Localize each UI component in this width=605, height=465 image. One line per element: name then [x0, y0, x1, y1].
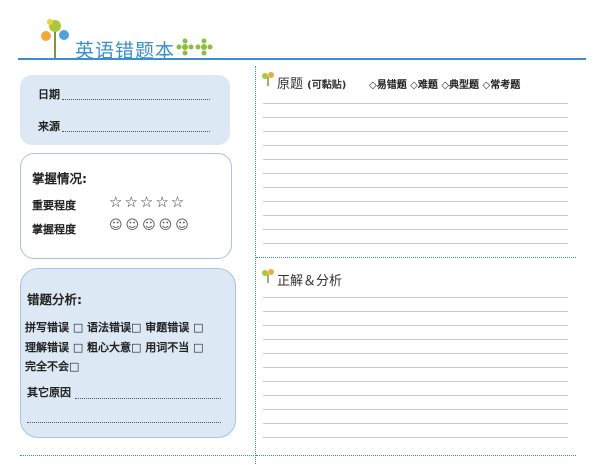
ruled-line[interactable] [263, 117, 568, 118]
ruled-line[interactable] [263, 229, 568, 230]
ruled-line[interactable] [263, 159, 568, 160]
mastery-card: 掌握情况: 重要程度 ☆☆☆☆☆ 掌握程度 ☺☺☺☺☺ [20, 153, 232, 259]
source-label: 来源 [38, 120, 60, 133]
original-subtitle: (可黏贴) [307, 80, 347, 91]
solution-title: 正解＆分析 [277, 274, 343, 289]
flower-decoration-icon [176, 38, 213, 56]
ruled-line[interactable] [263, 437, 568, 438]
ruled-line[interactable] [263, 423, 568, 424]
ruled-line[interactable] [263, 187, 568, 188]
analysis-card: 错题分析: 拼写错误 □ 语法错误□ 审题错误 □ 理解错误 □ 粗心大意□ 用… [20, 268, 236, 438]
ruled-line[interactable] [263, 395, 568, 396]
header-rule [18, 58, 586, 60]
ruled-line[interactable] [263, 353, 568, 354]
original-title-text: 原题 [277, 77, 304, 92]
date-line[interactable] [62, 99, 210, 100]
ruled-line[interactable] [263, 367, 568, 368]
ruled-line[interactable] [263, 173, 568, 174]
ruled-line[interactable] [263, 297, 568, 298]
other-reason-line-2[interactable] [27, 422, 221, 423]
mastery-label: 掌握程度 [32, 223, 76, 236]
ruled-line[interactable] [263, 311, 568, 312]
sprout-icon-2 [262, 269, 274, 283]
other-reason-line[interactable] [75, 398, 221, 399]
error-options-row1[interactable]: 拼写错误 □ 语法错误□ 审题错误 □ [25, 319, 204, 335]
sprout-icon [262, 72, 274, 86]
ruled-line[interactable] [263, 145, 568, 146]
ruled-line[interactable] [263, 103, 568, 104]
ruled-line[interactable] [263, 243, 568, 244]
other-reason-label: 其它原因 [27, 386, 71, 399]
ruled-line[interactable] [263, 215, 568, 216]
vertical-divider [255, 66, 256, 464]
section-divider [256, 257, 576, 258]
error-options-row3[interactable]: 完全不会□ [25, 358, 79, 374]
ruled-line[interactable] [263, 325, 568, 326]
ruled-line[interactable] [263, 409, 568, 410]
mastery-title: 掌握情况: [32, 171, 87, 186]
analysis-title: 错题分析: [27, 292, 82, 307]
question-type-options[interactable]: ◇易错题 ◇难题 ◇典型题 ◇常考题 [369, 76, 520, 91]
importance-stars[interactable]: ☆☆☆☆☆ [109, 193, 186, 211]
ruled-line[interactable] [263, 131, 568, 132]
bottom-divider-right [256, 455, 576, 456]
original-question-title: 原题 (可黏贴) [277, 73, 346, 92]
bottom-divider [20, 455, 256, 456]
ruled-line[interactable] [263, 339, 568, 340]
ruled-line[interactable] [263, 201, 568, 202]
date-label: 日期 [38, 88, 60, 101]
ruled-line[interactable] [263, 381, 568, 382]
tree-logo-icon [41, 19, 69, 58]
source-line[interactable] [62, 131, 210, 132]
error-options-row2[interactable]: 理解错误 □ 粗心大意□ 用词不当 □ [25, 339, 204, 355]
mastery-faces[interactable]: ☺☺☺☺☺ [109, 218, 192, 233]
importance-label: 重要程度 [32, 199, 76, 212]
info-card: 日期 来源 [20, 75, 230, 145]
